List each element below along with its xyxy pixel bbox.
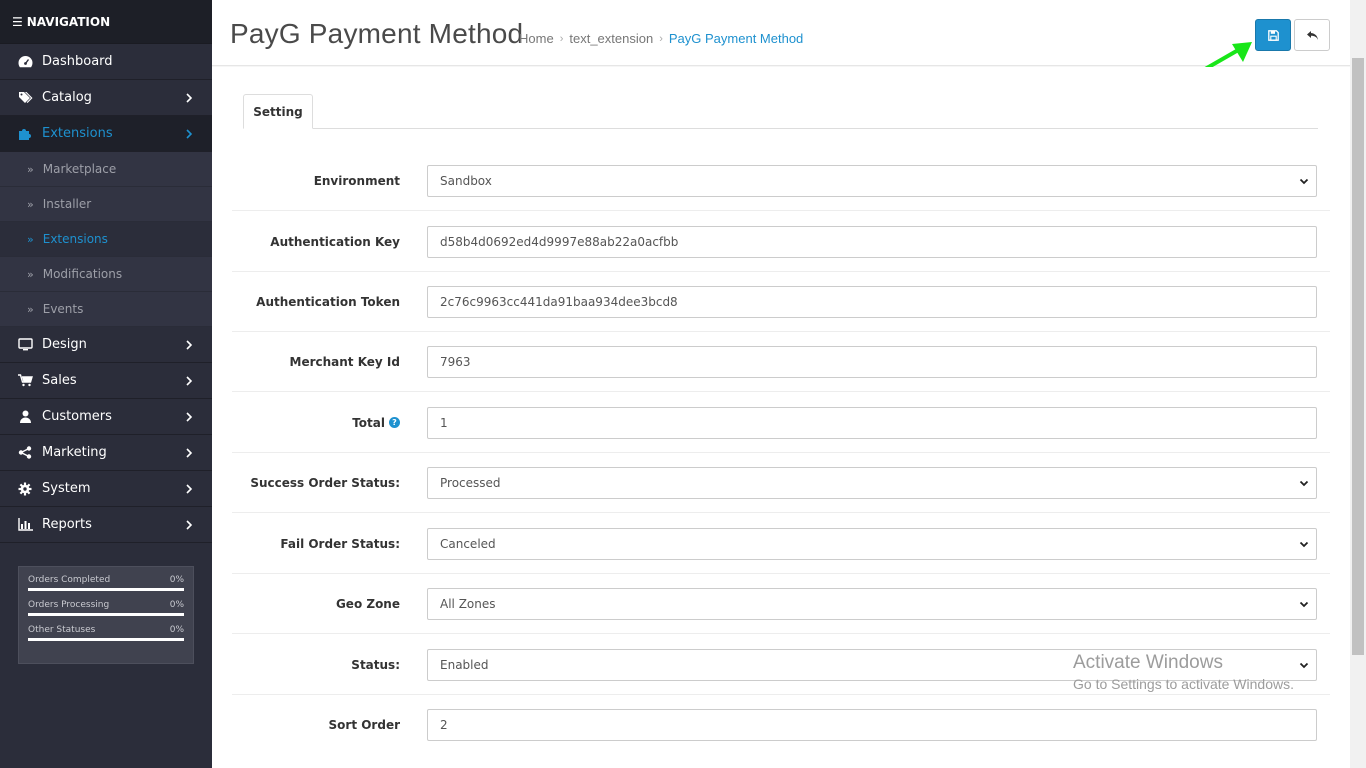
windows-activation-watermark: Activate Windows Go to Settings to activ… <box>1073 652 1294 692</box>
chevron-down-icon <box>1299 662 1309 668</box>
geo-zone-label: Geo Zone <box>335 596 400 611</box>
user-icon <box>17 409 33 425</box>
menu-item-reports[interactable]: Reports <box>0 507 212 543</box>
environment-label: Environment <box>313 173 400 188</box>
navigation-title: NAVIGATION <box>26 14 111 29</box>
submenu-item-modifications[interactable]: » Modifications <box>0 257 212 292</box>
menu-item-marketing[interactable]: Marketing <box>0 435 212 471</box>
vertical-scrollbar[interactable] <box>1350 0 1366 768</box>
page-title: PayG Payment Method <box>230 18 524 49</box>
form-row-auth-key: Authentication Key d58b4d0692ed4d9997e88… <box>232 212 1330 272</box>
chevron-right-icon: › <box>659 32 663 45</box>
chevron-right-icon <box>186 93 193 103</box>
tags-icon <box>17 90 33 106</box>
environment-select[interactable]: Sandbox <box>427 164 1317 197</box>
chevron-right-icon <box>186 376 193 386</box>
chevron-down-icon <box>1299 480 1309 486</box>
breadcrumb-current[interactable]: PayG Payment Method <box>669 31 803 46</box>
total-input[interactable]: 1 <box>427 406 1317 439</box>
save-button[interactable] <box>1255 19 1291 51</box>
chevron-right-icon <box>186 412 193 422</box>
auth-token-input[interactable]: 2c76c9963cc441da91baa934dee3bcd8 <box>427 285 1317 318</box>
double-chevron-icon: » <box>27 197 34 211</box>
fail-status-select[interactable]: Canceled <box>427 527 1317 560</box>
geo-zone-select[interactable]: All Zones <box>427 587 1317 620</box>
menu-item-customers[interactable]: Customers <box>0 399 212 435</box>
puzzle-icon <box>17 126 33 142</box>
double-chevron-icon: » <box>27 232 34 246</box>
chevron-right-icon <box>186 484 193 494</box>
extensions-submenu: » Marketplace » Installer » Extensions » Mod… <box>0 152 212 327</box>
monitor-icon <box>17 337 33 353</box>
form-row-geo-zone: Geo Zone All Zones <box>232 574 1330 634</box>
double-chevron-icon: » <box>27 267 34 281</box>
progress-bar <box>28 588 184 591</box>
bar-chart-icon <box>17 517 33 533</box>
menu-item-design[interactable]: Design <box>0 327 212 363</box>
reply-icon <box>1306 30 1318 40</box>
submenu-item-installer[interactable]: » Installer <box>0 187 212 222</box>
tab-setting[interactable]: Setting <box>243 94 313 129</box>
breadcrumb-extension[interactable]: text_extension <box>569 31 653 46</box>
form-row-fail-status: Fail Order Status: Canceled <box>232 514 1330 574</box>
chevron-down-icon <box>1299 541 1309 547</box>
form-row-merchant-key: Merchant Key Id 7963 <box>232 332 1330 392</box>
menu-bars-icon: ☰ <box>12 14 23 29</box>
menu-item-dashboard[interactable]: Dashboard <box>0 44 212 80</box>
double-chevron-icon: » <box>27 302 34 316</box>
form-row-auth-token: Authentication Token 2c76c9963cc441da91b… <box>232 272 1330 332</box>
dashboard-icon <box>17 54 33 70</box>
chevron-down-icon <box>1299 601 1309 607</box>
sort-order-input[interactable]: 2 <box>427 709 1317 741</box>
form-row-success-status: Success Order Status: Processed <box>232 453 1330 513</box>
breadcrumb: Home › text_extension › PayG Payment Met… <box>519 31 803 46</box>
cart-icon <box>17 373 33 389</box>
sidebar: ☰ NAVIGATION Dashboard Catalog Extension… <box>0 0 212 768</box>
progress-bar <box>28 613 184 616</box>
auth-key-label: Authentication Key <box>270 234 400 249</box>
progress-bar <box>28 638 184 641</box>
chevron-right-icon <box>186 129 193 139</box>
submenu-item-marketplace[interactable]: » Marketplace <box>0 152 212 187</box>
menu-item-extensions[interactable]: Extensions <box>0 116 212 152</box>
merchant-key-label: Merchant Key Id <box>289 354 401 369</box>
stat-orders-processing: Orders Processing 0% <box>28 600 184 616</box>
form-row-total: Total? 1 <box>232 393 1330 453</box>
stat-orders-completed: Orders Completed 0% <box>28 575 184 591</box>
help-question-icon[interactable]: ? <box>389 417 400 428</box>
merchant-key-input[interactable]: 7963 <box>427 345 1317 378</box>
auth-token-label: Authentication Token <box>256 294 400 309</box>
breadcrumb-home[interactable]: Home <box>519 31 554 46</box>
submenu-item-extensions[interactable]: » Extensions <box>0 222 212 257</box>
menu-item-sales[interactable]: Sales <box>0 363 212 399</box>
success-status-label: Success Order Status: <box>250 475 400 490</box>
form-row-sort-order: Sort Order 2 <box>232 695 1330 755</box>
success-status-select[interactable]: Processed <box>427 466 1317 499</box>
navigation-header[interactable]: ☰ NAVIGATION <box>0 0 212 44</box>
chevron-right-icon <box>186 520 193 530</box>
status-label: Status: <box>351 657 400 672</box>
chevron-right-icon <box>186 340 193 350</box>
back-button[interactable] <box>1294 19 1330 51</box>
order-stats-panel: Orders Completed 0% Orders Processing 0% O… <box>18 566 194 664</box>
floppy-disk-icon <box>1267 29 1279 41</box>
share-icon <box>17 445 33 461</box>
chevron-right-icon <box>186 448 193 458</box>
auth-key-input[interactable]: d58b4d0692ed4d9997e88ab22a0acfbb <box>427 225 1317 258</box>
submenu-item-events[interactable]: » Events <box>0 292 212 327</box>
double-chevron-icon: » <box>27 162 34 176</box>
gear-icon <box>17 481 33 497</box>
scrollbar-thumb[interactable] <box>1352 58 1364 655</box>
sort-order-label: Sort Order <box>328 718 400 732</box>
stat-other-statuses: Other Statuses 0% <box>28 625 184 641</box>
total-label: Total? <box>352 416 400 430</box>
fail-status-label: Fail Order Status: <box>280 536 400 551</box>
tab-bar: Setting <box>243 94 1318 129</box>
chevron-right-icon: › <box>559 32 564 45</box>
menu-item-system[interactable]: System <box>0 471 212 507</box>
form-row-environment: Environment Sandbox <box>232 151 1330 211</box>
chevron-down-icon <box>1299 178 1309 184</box>
menu-item-catalog[interactable]: Catalog <box>0 80 212 116</box>
